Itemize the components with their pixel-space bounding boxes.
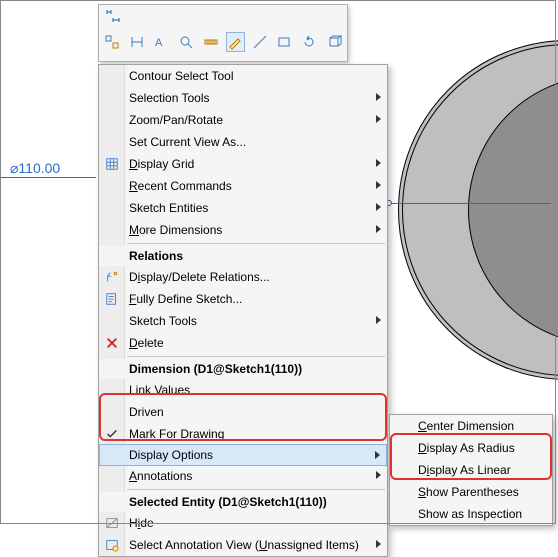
menu-item-label: Display/Delete Relations... [129, 270, 369, 284]
submenu-arrow-icon [376, 93, 381, 101]
menu-item-label: Sketch Entities [129, 201, 369, 215]
menu-item-label: Link Values [129, 383, 369, 397]
menu-item-label: Set Current View As... [129, 135, 369, 149]
menu-item[interactable]: Center Dimension [390, 415, 552, 437]
svg-text:A: A [155, 37, 163, 49]
context-toolbar: A [98, 4, 348, 62]
submenu-arrow-icon [376, 159, 381, 167]
tool-1-icon[interactable] [103, 32, 122, 52]
menu-item[interactable]: Hide [99, 512, 387, 534]
submenu-arrow-icon [376, 181, 381, 189]
menu-item-label: Sketch Tools [129, 314, 369, 328]
rect-icon[interactable] [275, 32, 294, 52]
display-options-submenu: Center Dimension Display As Radius Display… [389, 414, 553, 526]
redo-icon[interactable] [300, 32, 319, 52]
measure-icon[interactable] [201, 32, 220, 52]
menu-item[interactable]: Annotations [99, 465, 387, 487]
menu-item[interactable]: Link Values [99, 379, 387, 401]
menu-item[interactable]: Zoom/Pan/Rotate [99, 109, 387, 131]
menu-item-label: Hide [129, 516, 369, 530]
menu-item[interactable]: Show Parentheses [390, 481, 552, 503]
menu-item[interactable]: Mark For Drawing [99, 423, 387, 445]
menu-item[interactable]: Selection Tools [99, 87, 387, 109]
submenu-arrow-icon [376, 203, 381, 211]
submenu-arrow-icon [376, 115, 381, 123]
submenu-arrow-icon [376, 540, 381, 548]
menu-item-label: Show Parentheses [418, 485, 534, 499]
tool-2-icon[interactable] [128, 32, 147, 52]
menu-item[interactable]: Display/Delete Relations... [99, 266, 387, 288]
menu-item[interactable]: Display As Radius [390, 437, 552, 459]
menu-item[interactable]: Sketch Tools [99, 310, 387, 332]
hide-icon [103, 514, 121, 532]
construction-line [391, 203, 551, 204]
menu-item-label: Display Grid [129, 157, 369, 171]
highlight-icon[interactable] [226, 32, 245, 52]
submenu-arrow-icon [375, 451, 380, 459]
menu-item[interactable]: More Dimensions [99, 219, 387, 241]
sketch-icon[interactable] [251, 32, 270, 52]
relations-icon [103, 268, 121, 286]
menu-item-label: Select Annotation View (Unassigned Items… [129, 538, 369, 552]
submenu-arrow-icon [376, 471, 381, 479]
menu-item-label: Driven [129, 405, 369, 419]
menu-item[interactable]: Recent Commands [99, 175, 387, 197]
delete-icon [103, 334, 121, 352]
menu-item[interactable]: Fully Define Sketch... [99, 288, 387, 310]
menu-item[interactable]: Set Current View As... [99, 131, 387, 153]
menu-section-header: Dimension (D1@Sketch1(110)) [99, 359, 387, 379]
menu-item[interactable]: Display Grid [99, 153, 387, 175]
menu-item-label: Contour Select Tool [129, 69, 369, 83]
menu-item-label: Recent Commands [129, 179, 369, 193]
menu-item[interactable]: Driven [99, 401, 387, 423]
tool-3-icon[interactable]: A [152, 32, 171, 52]
menu-item-label: More Dimensions [129, 223, 369, 237]
check-icon [103, 425, 121, 443]
dimension-leader [0, 177, 96, 178]
menu-item[interactable]: Sketch Entities [99, 197, 387, 219]
menu-item-label: Mark For Drawing [129, 427, 369, 441]
smart-dimension-icon[interactable] [103, 6, 123, 26]
menu-item[interactable]: Display As Linear [390, 459, 552, 481]
menu-section-header: Selected Entity (D1@Sketch1(110)) [99, 492, 387, 512]
menu-item-label: Delete [129, 336, 369, 350]
submenu-arrow-icon [376, 316, 381, 324]
menu-item-label: Fully Define Sketch... [129, 292, 369, 306]
magnify-icon[interactable] [177, 32, 196, 52]
menu-item[interactable]: Select Annotation View (Unassigned Items… [99, 534, 387, 556]
menu-item-label: Display As Radius [418, 441, 534, 455]
menu-item[interactable]: Contour Select Tool [99, 65, 387, 87]
menu-item-label: Center Dimension [418, 419, 534, 433]
menu-item-label: Annotations [129, 469, 369, 483]
menu-section-header: Relations [99, 246, 387, 266]
view-icon[interactable] [324, 32, 343, 52]
dimension-label[interactable]: ⌀110.00 [10, 160, 60, 177]
define-icon [103, 290, 121, 308]
menu-item-label: Display As Linear [418, 463, 534, 477]
menu-item-label: Zoom/Pan/Rotate [129, 113, 369, 127]
submenu-arrow-icon [376, 225, 381, 233]
menu-item[interactable]: Delete [99, 332, 387, 354]
menu-item[interactable]: Display Options [99, 444, 387, 466]
menu-item-label: Show as Inspection [418, 507, 534, 521]
menu-item-label: Selection Tools [129, 91, 369, 105]
grid-icon [103, 155, 121, 173]
menu-item[interactable]: Show as Inspection [390, 503, 552, 525]
annot-icon [103, 536, 121, 554]
menu-item-label: Display Options [129, 448, 368, 462]
context-menu: Contour Select Tool Selection Tools Zoom/P… [98, 64, 388, 557]
